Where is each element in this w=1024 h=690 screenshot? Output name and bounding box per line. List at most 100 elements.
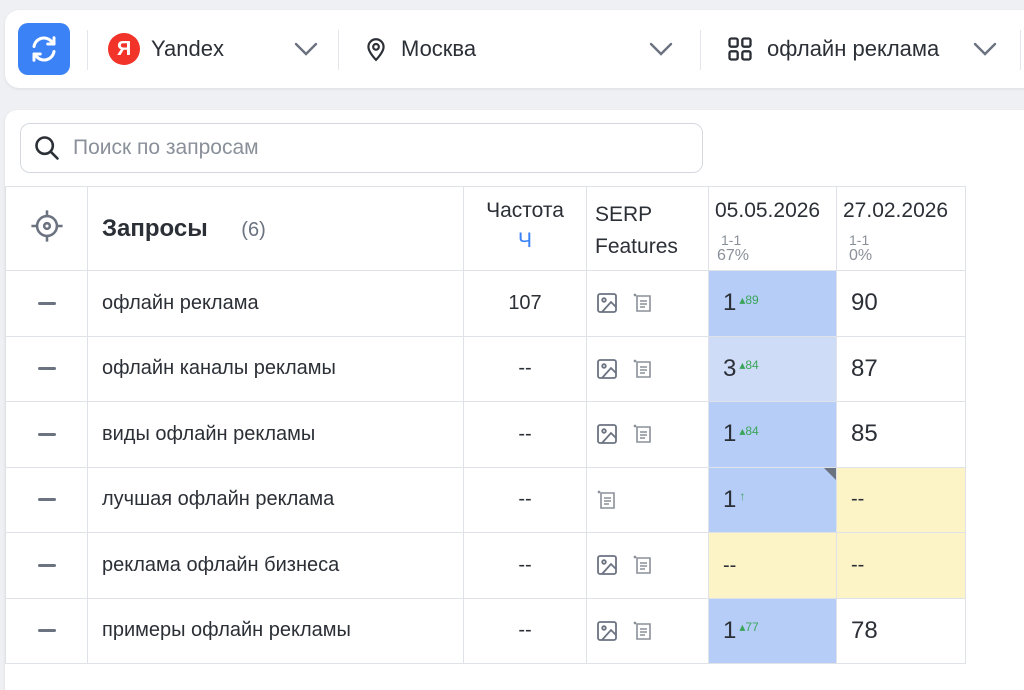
featured-snippet-icon	[633, 621, 651, 640]
minus-icon	[37, 301, 56, 305]
queries-header[interactable]: Запросы	[102, 215, 208, 242]
refresh-button[interactable]	[18, 23, 70, 75]
table-row: виды офлайн рекламы -- 1 ▴84 85	[5, 401, 966, 468]
location-pin-icon	[367, 38, 385, 62]
featured-snippet-icon	[633, 293, 651, 313]
search-icon	[35, 136, 59, 160]
serp-features-cell	[586, 466, 709, 533]
serp-features-cell	[586, 597, 709, 664]
position-cell[interactable]: --	[836, 532, 966, 599]
position-cell[interactable]: 1 ▴77	[708, 597, 837, 664]
position-cell[interactable]: 1 ▴89	[708, 270, 837, 337]
row-toggle[interactable]	[5, 401, 88, 468]
position-cell[interactable]: 3 ▴84	[708, 335, 837, 402]
featured-snippet-icon	[597, 490, 615, 509]
toolbar: Я Yandex Москва офлайн реклама	[5, 10, 1024, 88]
note-marker-icon	[824, 467, 836, 480]
position-delta: ↑	[739, 489, 746, 504]
query-cell[interactable]: реклама офлайн бизнеса	[87, 532, 464, 599]
featured-snippet-icon	[633, 555, 651, 575]
frequency-cell: --	[463, 466, 587, 533]
region-select[interactable]: Москва	[363, 10, 678, 88]
refresh-icon	[32, 36, 56, 62]
position-value: 78	[851, 616, 878, 644]
image-icon	[597, 424, 617, 445]
image-icon	[597, 555, 617, 576]
search-input[interactable]	[73, 136, 673, 160]
position-value: 90	[851, 289, 878, 317]
image-icon	[597, 293, 617, 314]
minus-icon	[37, 563, 56, 567]
position-value: 87	[851, 354, 878, 382]
position-cell[interactable]: 90	[836, 270, 966, 337]
serp-features-cell	[586, 401, 709, 468]
position-cell[interactable]: 87	[836, 335, 966, 402]
minus-icon	[37, 498, 56, 502]
row-toggle[interactable]	[5, 335, 88, 402]
frequency-cell: --	[463, 597, 587, 664]
date-range: 1-1	[721, 232, 742, 248]
date-percent: 0%	[849, 247, 873, 264]
table-row: офлайн каналы рекламы -- 3 ▴84 87	[5, 335, 966, 402]
chevron-down-icon	[973, 42, 997, 56]
region-label: Москва	[401, 36, 477, 61]
row-toggle[interactable]	[5, 466, 88, 533]
position-cell[interactable]: 1 ▴84	[708, 401, 837, 468]
date-column-1[interactable]: 05.05.2026 1-1 67%	[708, 186, 837, 271]
minus-icon	[37, 432, 56, 436]
chevron-down-icon	[649, 42, 673, 56]
date-percent: 67%	[717, 247, 750, 264]
position-delta: ▴84	[739, 358, 759, 373]
queries-count: (6)	[241, 218, 266, 241]
project-label: офлайн реклама	[767, 36, 940, 61]
table-row: реклама офлайн бизнеса -- -- --	[5, 532, 966, 599]
date-label: 27.02.2026	[843, 199, 949, 222]
featured-snippet-icon	[633, 424, 651, 444]
position-cell[interactable]: 1 ↑	[708, 466, 837, 533]
position-cell[interactable]: 78	[836, 597, 966, 664]
position-value: 1	[723, 289, 737, 317]
frequency-cell: --	[463, 532, 587, 599]
search-engine-select[interactable]: Я Yandex	[108, 10, 318, 88]
crosshair-icon	[30, 210, 63, 242]
queries-table: Запросы (6) Частота Ч SERP Features 05.0…	[5, 186, 966, 664]
query-cell[interactable]: офлайн каналы рекламы	[87, 335, 464, 402]
date-range: 1-1	[849, 232, 870, 248]
query-cell[interactable]: примеры офлайн рекламы	[87, 597, 464, 664]
row-toggle[interactable]	[5, 270, 88, 337]
query-cell[interactable]: виды офлайн рекламы	[87, 401, 464, 468]
table-row: примеры офлайн рекламы -- 1 ▴77 78	[5, 597, 966, 664]
row-toggle[interactable]	[5, 532, 88, 599]
frequency-header[interactable]: Частота	[464, 199, 586, 223]
grid-icon	[728, 37, 752, 61]
results-panel: Запросы (6) Частота Ч SERP Features 05.0…	[5, 110, 1024, 690]
image-icon	[597, 358, 617, 379]
query-cell[interactable]: офлайн реклама	[87, 270, 464, 337]
query-cell[interactable]: лучшая офлайн реклама	[87, 466, 464, 533]
row-toggle[interactable]	[5, 597, 88, 664]
frequency-cell: 107	[463, 270, 587, 337]
position-value: 1	[723, 485, 737, 513]
date-column-2[interactable]: 27.02.2026 1-1 0%	[836, 186, 966, 271]
position-value: 1	[723, 420, 737, 448]
table-row: лучшая офлайн реклама -- 1 ↑ --	[5, 466, 966, 533]
project-select[interactable]: офлайн реклама	[726, 10, 1001, 88]
yandex-logo-icon: Я	[108, 33, 140, 65]
frequency-unit-toggle[interactable]: Ч	[464, 229, 586, 253]
target-column-header[interactable]	[5, 186, 88, 271]
serp-features-header: SERP Features	[595, 203, 678, 258]
serp-features-cell	[586, 335, 709, 402]
position-value: 85	[851, 420, 878, 448]
table-row: офлайн реклама 107 1 ▴89 90	[5, 270, 966, 337]
position-cell[interactable]: --	[708, 532, 837, 599]
frequency-cell: --	[463, 401, 587, 468]
serp-features-cell	[586, 532, 709, 599]
position-delta: ▴89	[739, 292, 759, 307]
position-value: --	[723, 553, 737, 576]
position-cell[interactable]: --	[836, 466, 966, 533]
serp-features-cell	[586, 270, 709, 337]
query-search-box[interactable]	[20, 123, 703, 173]
date-label: 05.05.2026	[715, 199, 821, 222]
position-cell[interactable]: 85	[836, 401, 966, 468]
chevron-down-icon	[294, 42, 318, 56]
